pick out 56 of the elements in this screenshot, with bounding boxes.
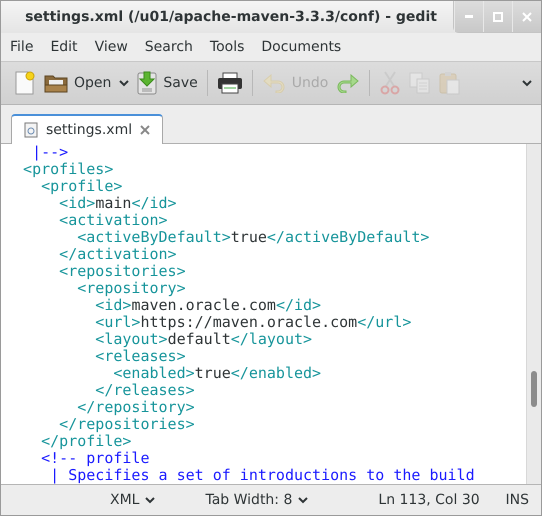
printer-icon — [216, 72, 243, 94]
close-button[interactable] — [512, 1, 541, 32]
menu-item[interactable]: Search — [140, 39, 199, 55]
menu-item[interactable]: View — [90, 39, 134, 55]
code-line: <repository> — [77, 280, 187, 297]
minimize-icon — [465, 15, 473, 18]
close-icon[interactable] — [140, 125, 150, 135]
tab-width-dropdown[interactable]: Tab Width: 8 — [201, 492, 312, 508]
undo-arrow-icon — [262, 73, 286, 93]
minimize-button[interactable] — [454, 1, 483, 32]
save-button[interactable]: Save — [134, 67, 201, 99]
code-line: <url>https://maven.oracle.com</url> — [94, 314, 412, 331]
scrollbar[interactable] — [526, 144, 541, 484]
save-icon — [137, 71, 158, 95]
code-line: </releases> — [94, 382, 196, 399]
code-line: </repositories> — [58, 416, 196, 433]
code-line: <id>maven.oracle.com</id> — [95, 297, 322, 314]
close-icon — [522, 12, 532, 22]
code-line: <releases> — [94, 348, 187, 365]
scissors-icon — [379, 71, 402, 95]
redo-arrow-icon — [336, 73, 360, 93]
cursor-position: Ln 113, Col 30 — [378, 492, 480, 508]
insert-mode: INS — [506, 492, 529, 508]
folder-icon — [44, 73, 68, 93]
code-line: <id>main</id> — [59, 195, 178, 212]
new-document-icon — [14, 71, 36, 95]
caret-icon — [145, 496, 156, 504]
code-line: </profile> — [40, 433, 132, 450]
code-line: <repositories> — [58, 263, 187, 280]
code-line: <!-- profile — [40, 450, 150, 467]
copy-icon — [409, 72, 432, 94]
chevron-icon — [522, 80, 532, 86]
code-line: | Specifies a set of introductions to the build — [49, 467, 476, 484]
caret-icon — [119, 80, 130, 86]
code-line: <profiles> — [22, 161, 114, 178]
document-tab[interactable]: settings.xml — [11, 114, 164, 144]
menu-item[interactable]: Documents — [256, 39, 348, 55]
code-line: </repository> — [76, 399, 196, 416]
code-line: |--> — [31, 144, 70, 161]
code-line: <activeByDefault>true</activeByDefault> — [76, 229, 430, 246]
maximize-button[interactable] — [483, 1, 512, 32]
open-button[interactable]: Open — [41, 69, 114, 97]
code-line: <enabled>true</enabled> — [112, 365, 322, 382]
language-dropdown[interactable]: XML — [106, 492, 160, 508]
window-title: settings.xml (/u01/apache-maven-3.3.3/conf) - gedit — [24, 9, 438, 25]
document-icon — [24, 122, 38, 138]
paste-icon — [439, 71, 462, 95]
menu-item[interactable]: Edit — [45, 39, 84, 55]
code-line: <profile> — [41, 178, 124, 195]
code-line: <layout>default</layout> — [94, 331, 312, 348]
maximize-icon — [493, 12, 503, 22]
menu-item[interactable]: File — [5, 39, 40, 55]
caret-icon — [298, 496, 308, 504]
menu-item[interactable]: Tools — [204, 39, 250, 55]
code-line: </activation> — [58, 246, 177, 263]
code-line: <activation> — [58, 212, 169, 229]
